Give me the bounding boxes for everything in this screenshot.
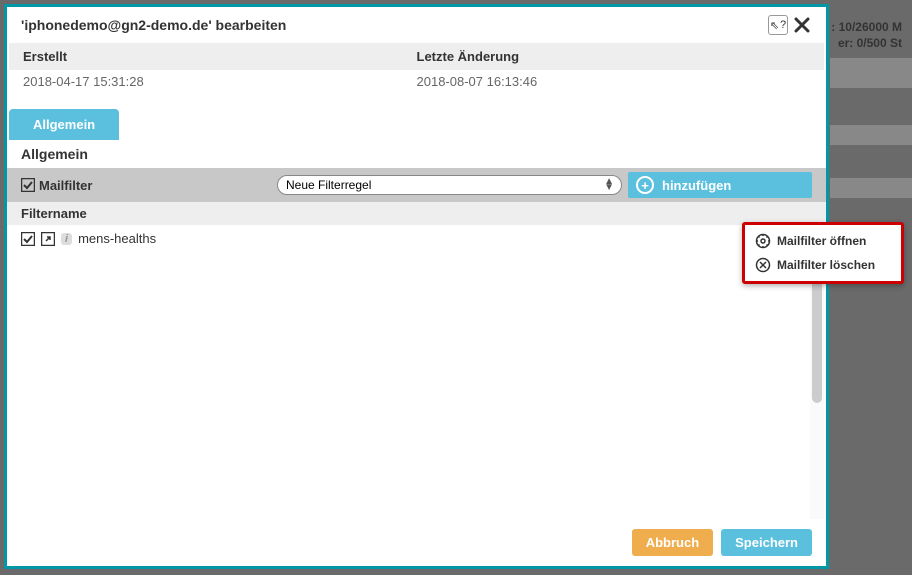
context-menu: Mailfilter öffnen Mailfilter löschen bbox=[742, 222, 904, 284]
meta-row: Erstellt Letzte Änderung bbox=[9, 43, 824, 70]
context-open-label: Mailfilter öffnen bbox=[777, 234, 866, 248]
add-filter-button[interactable]: + hinzufügen bbox=[628, 172, 812, 198]
context-delete-filter[interactable]: Mailfilter löschen bbox=[745, 253, 901, 277]
cancel-button[interactable]: Abbruch bbox=[632, 529, 713, 556]
link-icon bbox=[41, 232, 55, 246]
help-label: ? bbox=[780, 19, 786, 31]
dialog-title: 'iphonedemo@gn2-demo.de' bearbeiten bbox=[21, 17, 286, 33]
mailfilter-label-text: Mailfilter bbox=[39, 178, 92, 193]
help-button[interactable]: ⇖? bbox=[768, 15, 788, 35]
delete-icon bbox=[755, 257, 771, 273]
save-button[interactable]: Speichern bbox=[721, 529, 812, 556]
context-open-filter[interactable]: Mailfilter öffnen bbox=[745, 229, 901, 253]
bg-stripe bbox=[830, 178, 912, 198]
bg-quota-1: : 10/26000 M bbox=[831, 20, 902, 34]
section-title: Allgemein bbox=[7, 140, 826, 168]
add-filter-label: hinzufügen bbox=[662, 178, 731, 193]
filter-list: i mens-healths bbox=[7, 225, 826, 519]
filtername-column-header: Filtername bbox=[7, 202, 826, 225]
dialog-header: 'iphonedemo@gn2-demo.de' bearbeiten ⇖? bbox=[7, 7, 826, 43]
bg-quota-2: er: 0/500 St bbox=[838, 36, 902, 50]
dialog-footer: Abbruch Speichern bbox=[7, 519, 826, 566]
created-value: 2018-04-17 15:31:28 bbox=[23, 74, 417, 89]
checkbox-checked-icon bbox=[21, 232, 35, 246]
edit-dialog: 'iphonedemo@gn2-demo.de' bearbeiten ⇖? E… bbox=[4, 4, 829, 569]
modified-value: 2018-08-07 16:13:46 bbox=[417, 74, 811, 89]
gear-icon bbox=[755, 233, 771, 249]
list-item[interactable]: i mens-healths bbox=[7, 225, 826, 252]
cursor-icon: ⇖ bbox=[770, 19, 779, 32]
bg-stripe bbox=[830, 58, 912, 88]
mailfilter-label: Mailfilter bbox=[21, 178, 271, 193]
context-delete-label: Mailfilter löschen bbox=[777, 258, 875, 272]
tab-general[interactable]: Allgemein bbox=[9, 109, 119, 140]
meta-values: 2018-04-17 15:31:28 2018-08-07 16:13:46 bbox=[9, 70, 824, 97]
filter-toolbar: Mailfilter Neue Filterregel ▲▼ + hinzufü… bbox=[7, 168, 826, 202]
checkbox-icon bbox=[21, 178, 35, 192]
tab-bar: Allgemein bbox=[7, 97, 826, 140]
close-icon bbox=[794, 17, 810, 33]
bg-stripe bbox=[830, 125, 912, 145]
close-button[interactable] bbox=[792, 15, 812, 35]
created-label: Erstellt bbox=[23, 49, 417, 64]
info-icon: i bbox=[61, 233, 72, 245]
filter-name: mens-healths bbox=[78, 231, 156, 246]
filter-rule-select[interactable]: Neue Filterregel bbox=[277, 175, 622, 195]
plus-icon: + bbox=[636, 176, 654, 194]
modified-label: Letzte Änderung bbox=[417, 49, 811, 64]
